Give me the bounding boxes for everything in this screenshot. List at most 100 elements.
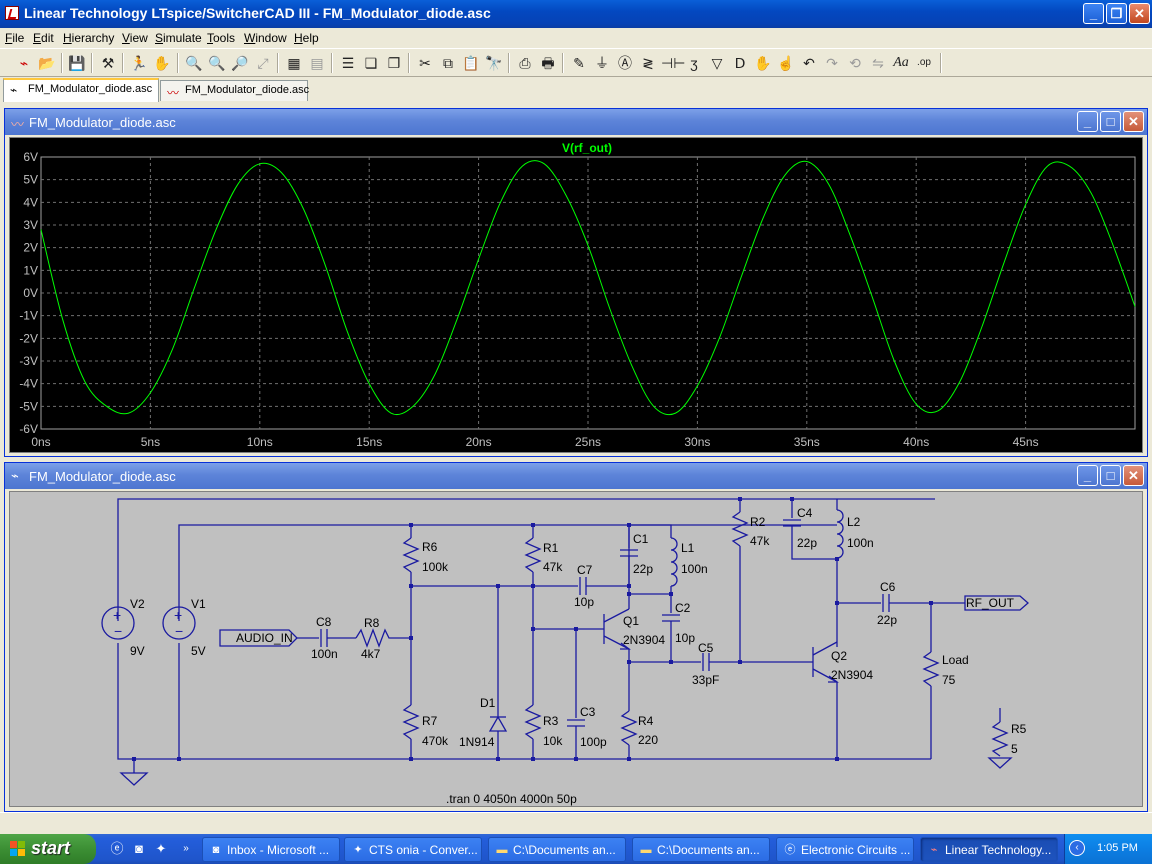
ie-icon[interactable]: ⓔ [109, 841, 125, 857]
label-q2-value[interactable]: 2N3904 [831, 668, 873, 682]
label-c1[interactable]: C1 [633, 532, 649, 546]
tile-horizontal-icon[interactable]: ☰ [338, 53, 358, 73]
label-l2-value[interactable]: 100n [847, 536, 874, 550]
task-electronic-circuits[interactable]: ⓔ Electronic Circuits ... [776, 837, 914, 862]
label-v2-value[interactable]: 9V [130, 644, 145, 658]
label-c6[interactable]: C6 [880, 580, 896, 594]
label-v1[interactable]: V1 [191, 597, 206, 611]
save-icon[interactable]: 💾 [67, 53, 87, 73]
new-schematic-icon[interactable]: ⌁ [14, 53, 34, 73]
menu-help[interactable]: Help [294, 31, 319, 45]
task-inbox-outlook[interactable]: ◙ Inbox - Microsoft ... [202, 837, 340, 862]
draw-wire-icon[interactable]: ✎ [569, 53, 589, 73]
label-q1-value[interactable]: 2N3904 [623, 633, 665, 647]
zoom-fit-icon[interactable]: ⤢ [253, 53, 273, 73]
label-r5[interactable]: R5 [1011, 722, 1027, 736]
diode-icon[interactable]: ▽ [707, 53, 727, 73]
spice-directive-icon[interactable]: .op [914, 53, 934, 73]
outlook-icon[interactable]: ◙ [131, 841, 147, 857]
task-documents-2[interactable]: ▬ C:\Documents an... [632, 837, 770, 862]
label-load-value[interactable]: 75 [942, 673, 956, 687]
label-r1-value[interactable]: 47k [543, 560, 563, 574]
capacitor-icon[interactable]: ⊣⊢ [661, 53, 685, 73]
redo-icon[interactable]: ↷ [822, 53, 842, 73]
rotate-icon[interactable]: ⟲ [845, 53, 865, 73]
control-panel-icon[interactable]: ⚒ [98, 53, 118, 73]
ltspice-app-icon[interactable] [5, 6, 19, 20]
label-c5-value[interactable]: 33pF [692, 673, 719, 687]
label-r2-value[interactable]: 47k [750, 534, 770, 548]
app-icon[interactable]: ✦ [153, 841, 169, 857]
label-r4[interactable]: R4 [638, 714, 654, 728]
menu-file[interactable]: File [5, 31, 24, 45]
label-v2[interactable]: V2 [130, 597, 145, 611]
tab-schematic[interactable]: ⌁ FM_Modulator_diode.asc [3, 78, 159, 102]
app-titlebar[interactable]: Linear Technology LTspice/SwitcherCAD II… [0, 0, 1152, 28]
schematic-close-button[interactable]: ✕ [1123, 465, 1144, 486]
label-c7[interactable]: C7 [577, 563, 593, 577]
label-l1[interactable]: L1 [681, 541, 695, 555]
label-d1-value[interactable]: 1N914 [459, 735, 495, 749]
label-load[interactable]: Load [942, 653, 969, 667]
tile-vertical-icon[interactable]: ❐ [384, 53, 404, 73]
close-button[interactable]: ✕ [1129, 3, 1150, 24]
label-r3-value[interactable]: 10k [543, 734, 563, 748]
zoom-out-icon[interactable]: 🔎 [230, 53, 250, 73]
ground-icon[interactable]: ⏚ [592, 53, 612, 73]
menu-edit[interactable]: Edit [33, 31, 54, 45]
schematic-maximize-button[interactable]: □ [1100, 465, 1121, 486]
label-c2[interactable]: C2 [675, 601, 691, 615]
net-label-audio-in[interactable]: AUDIO_IN [236, 631, 293, 645]
label-c1-value[interactable]: 22p [633, 562, 653, 576]
label-l2[interactable]: L2 [847, 515, 861, 529]
menu-hierarchy[interactable]: Hierarchy [63, 31, 114, 45]
label-r7[interactable]: R7 [422, 714, 438, 728]
start-button[interactable]: start [0, 834, 96, 864]
schematic-minimize-button[interactable]: _ [1077, 465, 1098, 486]
copy-icon[interactable]: ⧉ [438, 53, 458, 73]
label-net-icon[interactable]: Ⓐ [615, 53, 635, 73]
label-r8-value[interactable]: 4k7 [361, 647, 381, 661]
label-c7-value[interactable]: 10p [574, 595, 594, 609]
label-c4[interactable]: C4 [797, 506, 813, 520]
mark-unsorted-icon[interactable]: ▤ [307, 53, 327, 73]
component-icon[interactable]: ᗞ [730, 53, 750, 73]
schematic-drawing[interactable]: +− +− V2 9V V1 5V AUDIO_IN C8 100n R8 4k… [10, 492, 1142, 806]
undo-icon[interactable]: ↶ [799, 53, 819, 73]
restore-button[interactable]: ❐ [1106, 3, 1127, 24]
label-c5[interactable]: C5 [698, 641, 714, 655]
label-c6-value[interactable]: 22p [877, 613, 897, 627]
find-icon[interactable]: 🔭 [484, 53, 504, 73]
task-ltspice[interactable]: ⌁ Linear Technology... [920, 837, 1058, 862]
menu-view[interactable]: View [122, 31, 148, 45]
schematic-window-titlebar[interactable]: ⌁ FM_Modulator_diode.asc _ □ ✕ [5, 463, 1147, 489]
chart-title[interactable]: V(rf_out) [562, 141, 612, 155]
inductor-icon[interactable]: ʒ [684, 53, 704, 73]
waveform-plot-area[interactable]: 6V 5V 4V 3V 2V 1V 0V -1V -2V -3V -4V -5V -6V 0ns 5ns 1… [9, 137, 1143, 453]
zoom-in-icon[interactable]: 🔍 [184, 53, 204, 73]
label-d1[interactable]: D1 [480, 696, 496, 710]
label-r6-value[interactable]: 100k [422, 560, 449, 574]
print-icon[interactable]: 🖶 [538, 53, 558, 73]
label-r1[interactable]: R1 [543, 541, 559, 555]
label-c8[interactable]: C8 [316, 615, 332, 629]
label-r5-value[interactable]: 5 [1011, 742, 1018, 756]
net-label-rf-out[interactable]: RF_OUT [966, 596, 1015, 610]
label-r8[interactable]: R8 [364, 616, 380, 630]
menu-window[interactable]: Window [244, 31, 287, 45]
schematic-canvas[interactable]: + − + − V2 9V V1 5V AUDIO_IN C8 100n R8 4k… [9, 491, 1143, 807]
task-cts-onia[interactable]: ✦ CTS onia - Conver... [344, 837, 482, 862]
chevron-left-icon[interactable]: ‹ [1069, 840, 1085, 856]
label-c3-value[interactable]: 100p [580, 735, 607, 749]
mirror-icon[interactable]: ⇋ [868, 53, 888, 73]
waveform-chart[interactable]: 6V 5V 4V 3V 2V 1V 0V -1V -2V -3V -4V -5V -6V 0ns 5ns 1… [10, 138, 1142, 452]
run-icon[interactable]: 🏃 [129, 53, 149, 73]
label-l1-value[interactable]: 100n [681, 562, 708, 576]
text-icon[interactable]: Aa [891, 53, 911, 73]
waveform-maximize-button[interactable]: □ [1100, 111, 1121, 132]
zoom-pan-icon[interactable]: 🔍 [207, 53, 227, 73]
label-r2[interactable]: R2 [750, 515, 766, 529]
task-documents-1[interactable]: ▬ C:\Documents an... [488, 837, 626, 862]
label-r6[interactable]: R6 [422, 540, 438, 554]
cut-icon[interactable]: ✂ [415, 53, 435, 73]
